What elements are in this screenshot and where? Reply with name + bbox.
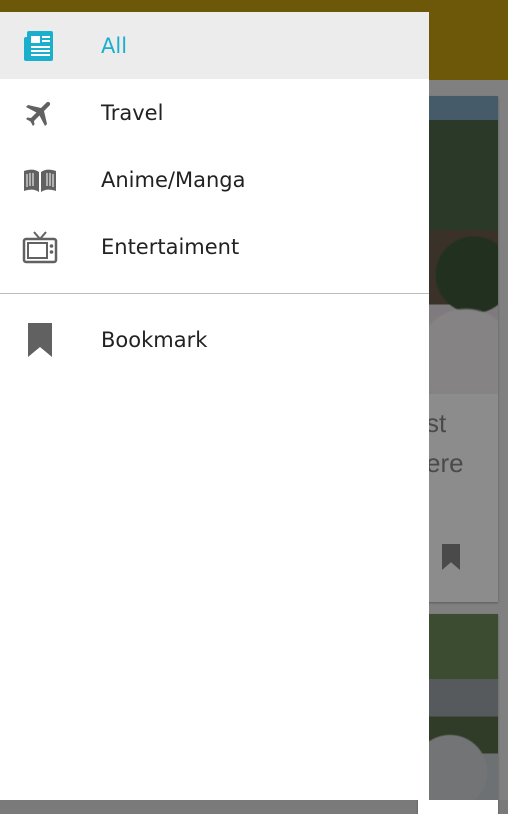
nav-item-label: Entertaiment xyxy=(101,234,240,259)
nav-item-travel[interactable]: Travel xyxy=(0,79,429,146)
newspaper-icon xyxy=(20,26,60,66)
nav-item-entertainment[interactable]: Entertaiment xyxy=(0,213,429,280)
drawer-divider xyxy=(0,293,429,294)
nav-item-label: All xyxy=(101,33,128,58)
nav-item-label: Travel xyxy=(101,100,164,125)
nav-item-label: Anime/Manga xyxy=(101,167,246,192)
nav-item-label: Bookmark xyxy=(101,327,208,352)
nav-item-all[interactable]: All xyxy=(0,12,429,79)
nav-item-bookmark[interactable]: Bookmark xyxy=(0,306,429,373)
nav-item-anime-manga[interactable]: Anime/Manga xyxy=(0,146,429,213)
navigation-drawer: All Travel Anime/Manga Entertaiment Book… xyxy=(0,12,429,800)
bookmark-icon xyxy=(20,320,60,360)
open-book-icon xyxy=(20,160,60,200)
airplane-icon xyxy=(20,93,60,133)
tv-icon xyxy=(20,227,60,267)
